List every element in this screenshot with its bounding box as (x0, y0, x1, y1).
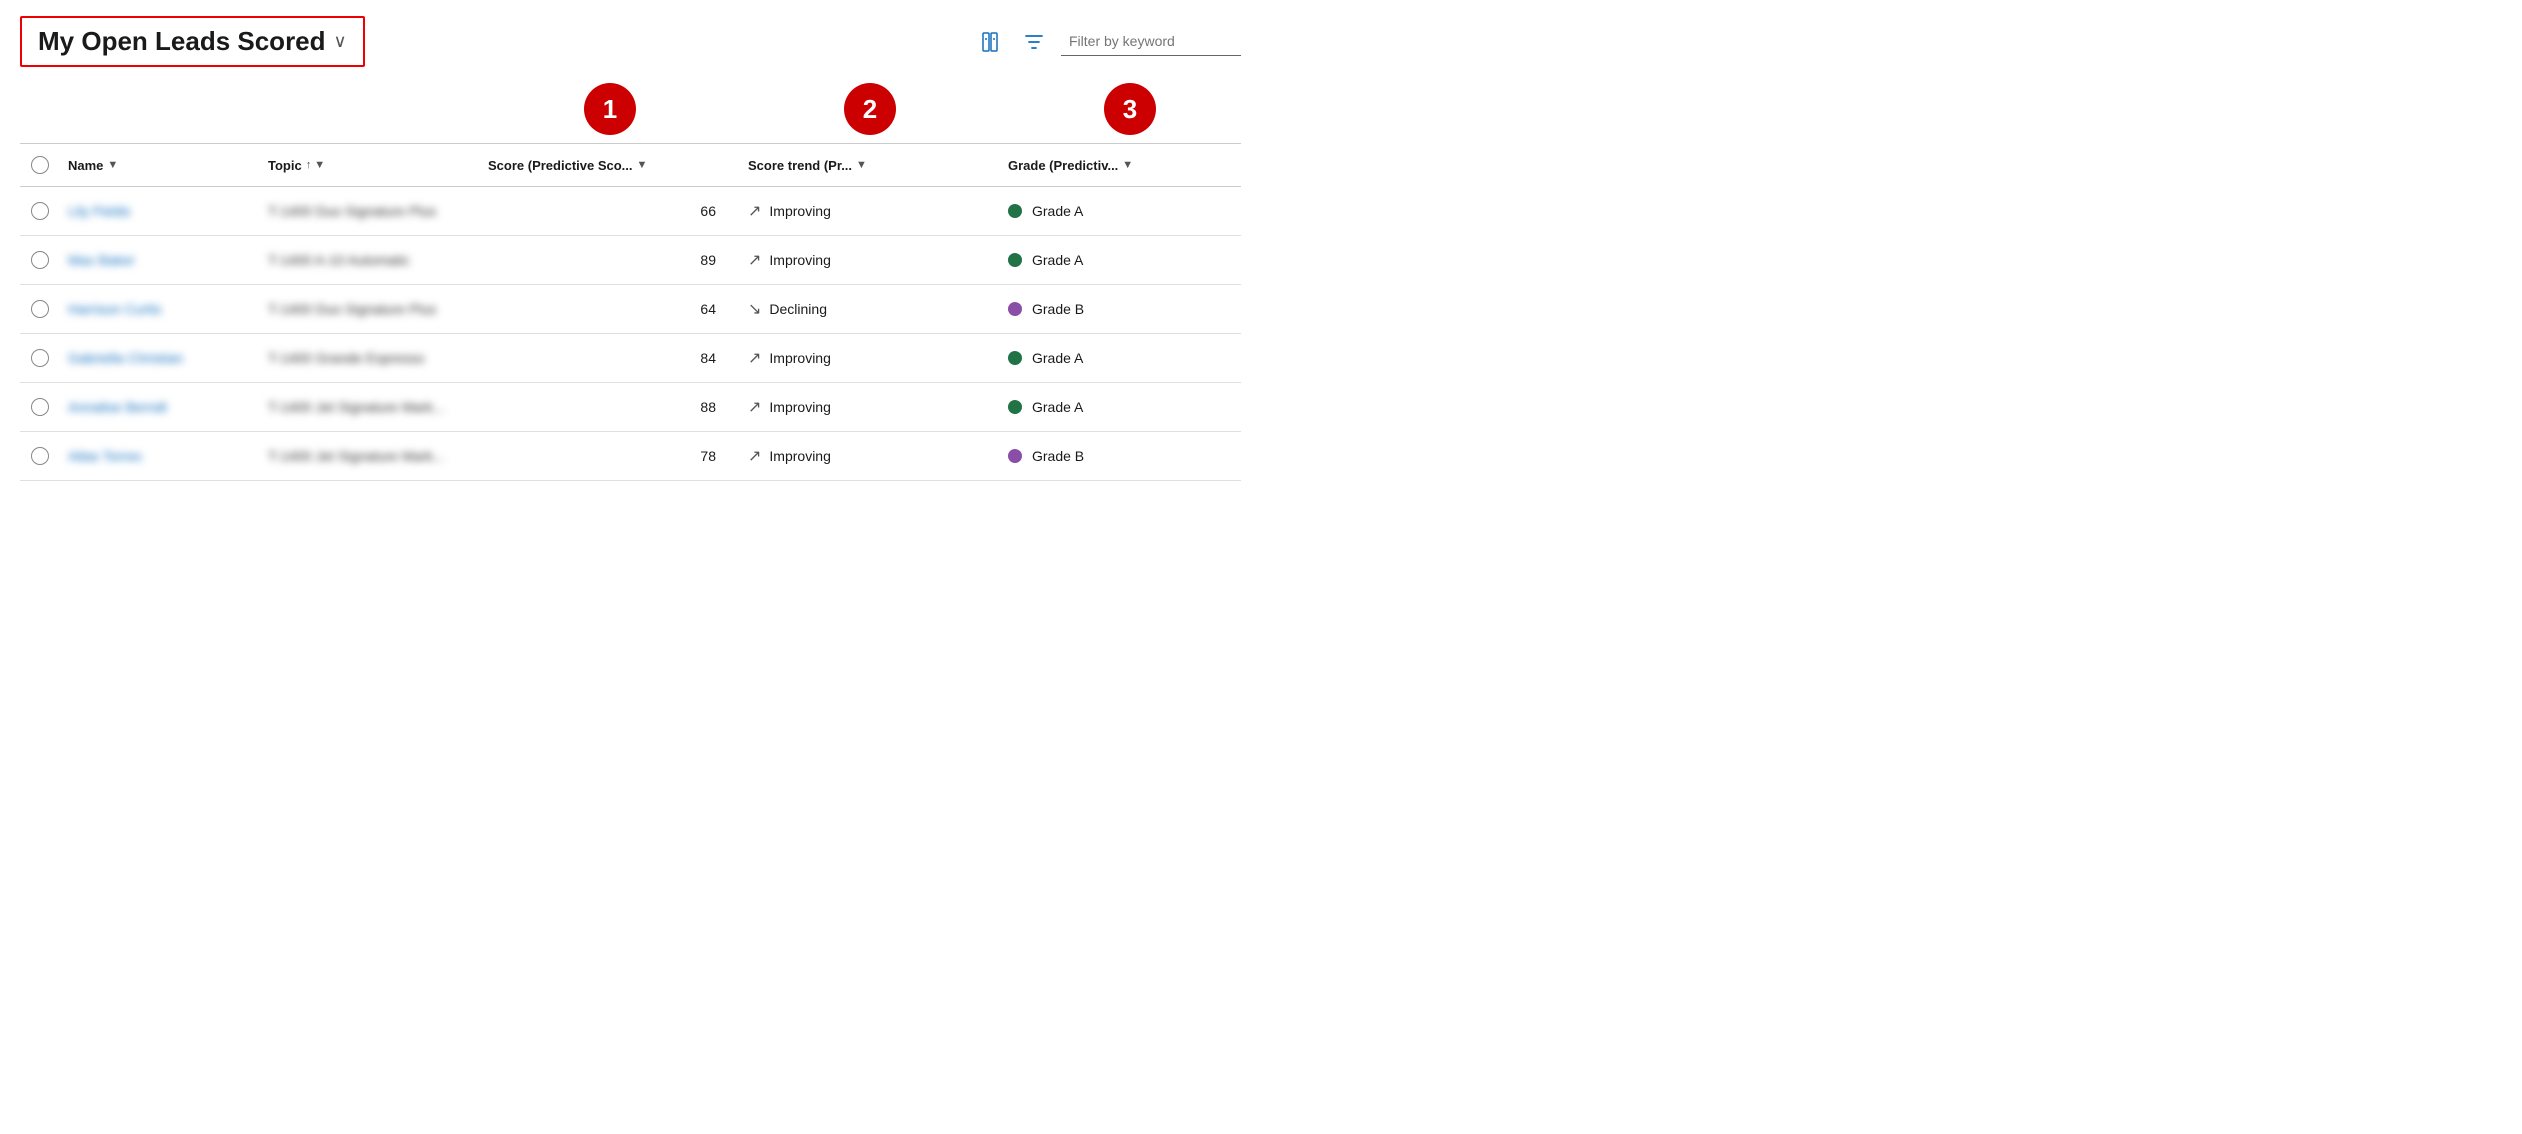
row-name-4[interactable]: Annalise Berndt (60, 399, 260, 415)
row-checkbox-0[interactable] (20, 202, 60, 220)
name-sort-icon[interactable]: ▼ (107, 159, 118, 171)
header-checkbox (20, 152, 60, 178)
badge-2: 2 (844, 83, 896, 135)
grade-dot-5 (1008, 449, 1022, 463)
filter-button[interactable] (1019, 27, 1049, 57)
grade-label-5: Grade B (1032, 448, 1084, 464)
grade-dot-0 (1008, 204, 1022, 218)
col-header-name[interactable]: Name ▼ (60, 154, 260, 177)
grade-dot-3 (1008, 351, 1022, 365)
row-score-0: 66 (480, 203, 740, 219)
row-name-1[interactable]: Max Baker (60, 252, 260, 268)
row-trend-1: ↗ Improving (740, 250, 1000, 270)
trend-arrow-4: ↗ (748, 397, 761, 417)
row-checkbox-1[interactable] (20, 251, 60, 269)
row-grade-3: Grade A (1000, 350, 1260, 366)
row-trend-0: ↗ Improving (740, 201, 1000, 221)
column-settings-button[interactable] (977, 27, 1007, 57)
row-name-2[interactable]: Harrison Curtis (60, 301, 260, 317)
trend-label-3: Improving (769, 350, 830, 366)
topic-sort-icon[interactable]: ↑ ▼ (306, 159, 325, 171)
grade-dot-4 (1008, 400, 1022, 414)
row-trend-4: ↗ Improving (740, 397, 1000, 417)
grade-label-1: Grade A (1032, 252, 1083, 268)
row-trend-5: ↗ Improving (740, 446, 1000, 466)
row-checkbox-3[interactable] (20, 349, 60, 367)
header-actions (977, 27, 1241, 57)
select-all-checkbox[interactable] (31, 156, 49, 174)
table-row: Gabriella Christian T-1400 Grande Espres… (20, 334, 1241, 383)
badge-2-container: 2 (740, 79, 1000, 139)
trend-arrow-0: ↗ (748, 201, 761, 221)
trend-label-5: Improving (769, 448, 830, 464)
keyword-filter-input[interactable] (1061, 27, 1241, 56)
row-checkbox-5[interactable] (20, 447, 60, 465)
badge-1-container: 1 (480, 79, 740, 139)
row-topic-3: T-1400 Grande Espresso (260, 350, 480, 366)
row-score-1: 89 (480, 252, 740, 268)
row-trend-2: ↘ Declining (740, 299, 1000, 319)
row-score-3: 84 (480, 350, 740, 366)
table-row: Atlas Torres T-1400 Jet Signature Mark..… (20, 432, 1241, 481)
col-header-grade[interactable]: Grade (Predictiv... ▼ (1000, 154, 1260, 177)
table-row: Max Baker T-1400 A-10 Automatic 89 ↗ Imp… (20, 236, 1241, 285)
trend-arrow-5: ↗ (748, 446, 761, 466)
badge-3-container: 3 (1000, 79, 1260, 139)
row-topic-5: T-1400 Jet Signature Mark... (260, 448, 480, 464)
badge-1: 1 (584, 83, 636, 135)
trend-sort-icon[interactable]: ▼ (856, 159, 867, 171)
row-topic-1: T-1400 A-10 Automatic (260, 252, 480, 268)
table-body: Lily Fields T-1400 Duo Signature Plus 66… (20, 187, 1241, 481)
row-trend-3: ↗ Improving (740, 348, 1000, 368)
col-header-topic[interactable]: Topic ↑ ▼ (260, 154, 480, 177)
grade-label-3: Grade A (1032, 350, 1083, 366)
score-sort-icon[interactable]: ▼ (637, 159, 648, 171)
row-name-5[interactable]: Atlas Torres (60, 448, 260, 464)
grade-dot-1 (1008, 253, 1022, 267)
trend-arrow-2: ↘ (748, 299, 761, 319)
grade-label-0: Grade A (1032, 203, 1083, 219)
trend-label-0: Improving (769, 203, 830, 219)
trend-label-4: Improving (769, 399, 830, 415)
row-name-3[interactable]: Gabriella Christian (60, 350, 260, 366)
badge-cell-empty-2 (60, 131, 260, 139)
view-title-container: My Open Leads Scored ∨ (20, 16, 365, 67)
row-topic-4: T-1400 Jet Signature Mark... (260, 399, 480, 415)
row-score-2: 64 (480, 301, 740, 317)
table-row: Annalise Berndt T-1400 Jet Signature Mar… (20, 383, 1241, 432)
row-name-0[interactable]: Lily Fields (60, 203, 260, 219)
title-dropdown-chevron[interactable]: ∨ (334, 31, 347, 52)
row-grade-0: Grade A (1000, 203, 1260, 219)
row-score-4: 88 (480, 399, 740, 415)
grade-label-4: Grade A (1032, 399, 1083, 415)
row-checkbox-2[interactable] (20, 300, 60, 318)
row-score-5: 78 (480, 448, 740, 464)
row-checkbox-4[interactable] (20, 398, 60, 416)
row-grade-1: Grade A (1000, 252, 1260, 268)
col-header-trend[interactable]: Score trend (Pr... ▼ (740, 154, 1000, 177)
table-header: Name ▼ Topic ↑ ▼ Score (Predictive Sco..… (20, 143, 1241, 187)
badge-cell-empty-1 (20, 131, 60, 139)
table-row: Lily Fields T-1400 Duo Signature Plus 66… (20, 187, 1241, 236)
trend-arrow-3: ↗ (748, 348, 761, 368)
grade-sort-icon[interactable]: ▼ (1122, 159, 1133, 171)
badges-section: 1 2 3 (20, 79, 1241, 143)
page-title: My Open Leads Scored (38, 26, 326, 57)
trend-label-2: Declining (769, 301, 827, 317)
badge-3: 3 (1104, 83, 1156, 135)
row-grade-4: Grade A (1000, 399, 1260, 415)
col-header-score[interactable]: Score (Predictive Sco... ▼ (480, 154, 740, 177)
grade-dot-2 (1008, 302, 1022, 316)
row-grade-5: Grade B (1000, 448, 1260, 464)
table-row: Harrison Curtis T-1400 Duo Signature Plu… (20, 285, 1241, 334)
grade-label-2: Grade B (1032, 301, 1084, 317)
trend-arrow-1: ↗ (748, 250, 761, 270)
row-grade-2: Grade B (1000, 301, 1260, 317)
row-topic-2: T-1400 Duo Signature Plus (260, 301, 480, 317)
badge-cell-empty-3 (260, 131, 480, 139)
trend-label-1: Improving (769, 252, 830, 268)
row-topic-0: T-1400 Duo Signature Plus (260, 203, 480, 219)
